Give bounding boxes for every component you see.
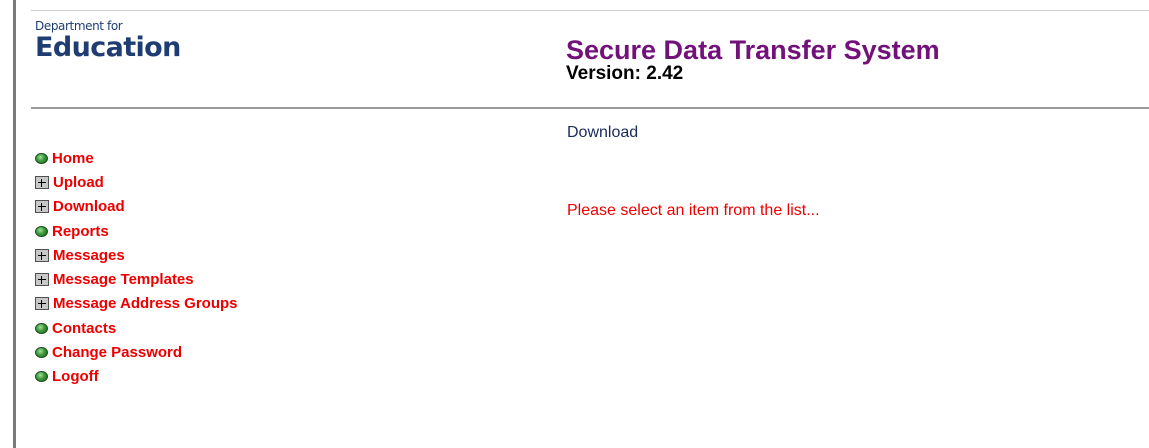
- nav-item-change-password[interactable]: Change Password: [35, 340, 238, 364]
- bullet-icon: [35, 152, 48, 164]
- nav-item-label: Contacts: [52, 319, 117, 337]
- nav-item-reports[interactable]: Reports: [35, 219, 238, 243]
- nav-item-label: Message Templates: [53, 271, 194, 289]
- nav-item-label: Messages: [53, 246, 125, 264]
- nav-item-label: Logoff: [52, 368, 99, 386]
- nav-item-label: Change Password: [52, 344, 183, 362]
- header-divider: [31, 107, 1149, 109]
- bullet-icon: [35, 347, 48, 359]
- logo-line-2: Education: [35, 32, 181, 63]
- nav-item-messages[interactable]: Messages: [35, 243, 238, 267]
- department-logo: Department for Education: [35, 20, 181, 62]
- nav-item-label: Upload: [53, 173, 104, 191]
- nav-item-logoff[interactable]: Logoff: [35, 365, 238, 389]
- nav-item-contacts[interactable]: Contacts: [35, 316, 238, 340]
- expand-icon[interactable]: [35, 175, 49, 189]
- app-version: Version: 2.42: [566, 63, 684, 84]
- app-title: Secure Data Transfer System: [566, 35, 940, 65]
- nav-item-label: Message Address Groups: [53, 295, 238, 313]
- top-divider: [31, 10, 1149, 11]
- breadcrumb: Download: [567, 124, 639, 141]
- expand-icon[interactable]: [35, 248, 49, 262]
- left-border-rule: [13, 0, 16, 448]
- status-message: Please select an item from the list...: [567, 202, 820, 219]
- bullet-icon: [35, 371, 48, 383]
- nav-item-download[interactable]: Download: [35, 195, 238, 219]
- nav-item-home[interactable]: Home: [35, 146, 238, 170]
- expand-icon[interactable]: [35, 200, 49, 214]
- nav-item-message-address-groups[interactable]: Message Address Groups: [35, 292, 238, 316]
- expand-icon[interactable]: [35, 297, 49, 311]
- nav-item-upload[interactable]: Upload: [35, 170, 238, 194]
- nav-item-label: Download: [53, 198, 125, 216]
- nav-item-message-templates[interactable]: Message Templates: [35, 267, 238, 291]
- nav-item-label: Reports: [52, 222, 109, 240]
- sidebar-nav: Home Upload Download Reports Messages Me…: [35, 146, 238, 389]
- nav-item-label: Home: [52, 149, 94, 167]
- expand-icon[interactable]: [35, 273, 49, 287]
- bullet-icon: [35, 322, 48, 334]
- bullet-icon: [35, 225, 48, 237]
